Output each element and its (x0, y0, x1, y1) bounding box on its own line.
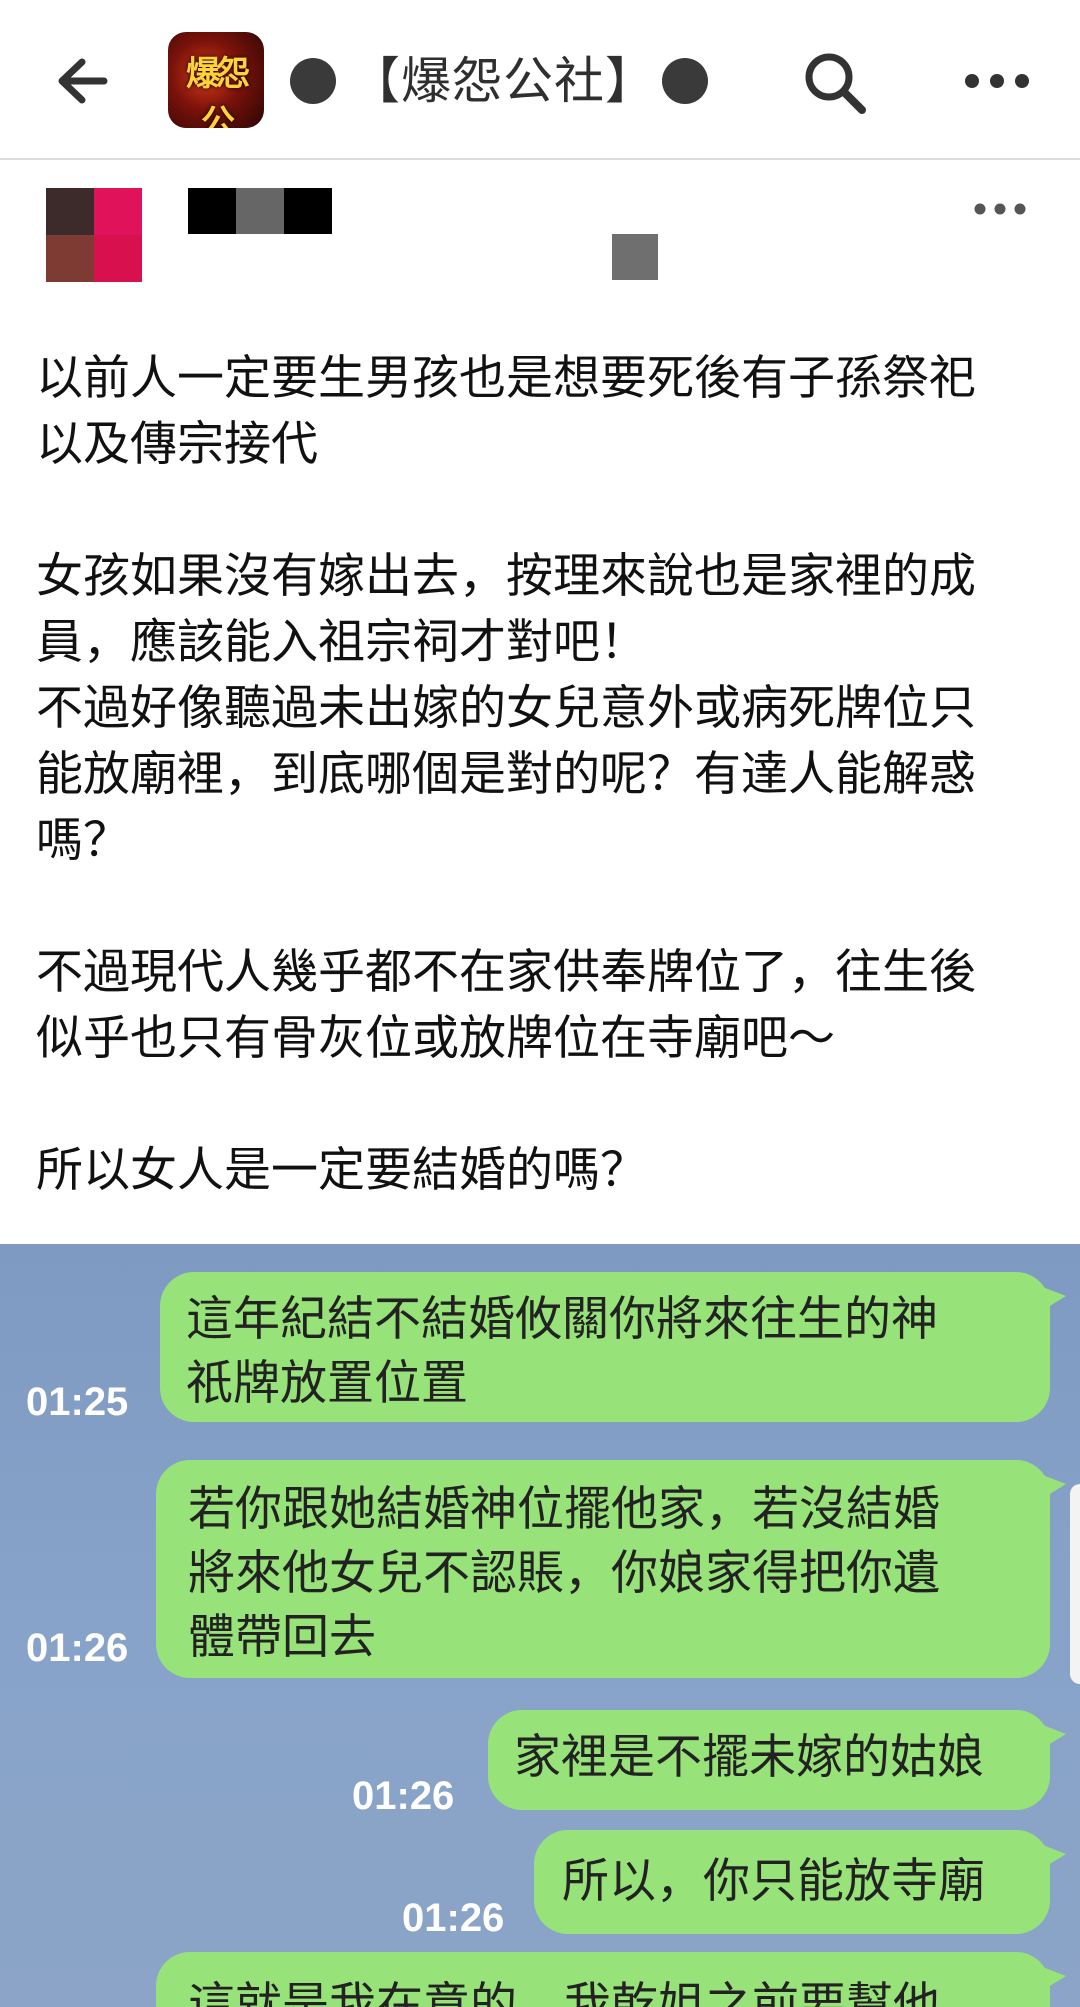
title-dot-left (290, 58, 336, 104)
message-time: 01:26 (26, 1626, 129, 1670)
post-line: 以前人一定要生男孩也是想要死後有子孫祭祀 (36, 351, 976, 406)
more-horizontal-icon (965, 74, 1029, 88)
title-dot-right (662, 58, 708, 104)
author-name-redacted[interactable] (188, 188, 332, 234)
post-body: 以前人一定要生男孩也是想要死後有子孫祭祀 以及傳宗接代 女孩如果沒有嫁出去，按理… (36, 346, 1066, 1204)
search-icon (805, 53, 866, 114)
more-options-button[interactable] (962, 56, 1032, 106)
page: 爆怨公 【爆怨公社】 以前人一定要生男孩也是想要死後有子孫祭祀 以及傳宗接代 女… (0, 0, 1080, 2007)
group-avatar-text: 爆怨公 (186, 54, 250, 128)
group-title[interactable]: 【爆怨公社】 (350, 46, 660, 116)
group-avatar[interactable]: 爆怨公 (168, 32, 264, 128)
message-time: 01:26 (352, 1774, 455, 1818)
chat-line: 這就是我在意的，我乾姐之前要幫他 (188, 1978, 940, 2007)
post-line: 似乎也只有骨灰位或放牌位在寺廟吧～ (36, 1011, 835, 1066)
post-line: 女孩如果沒有嫁出去，按理來說也是家裡的成 (36, 549, 976, 604)
chat-bubble: 這年紀結不結婚攸關你將來往生的神 祇牌放置位置 (160, 1272, 1066, 1422)
top-bar: 爆怨公 【爆怨公社】 (0, 0, 1080, 160)
chat-bubble: 這就是我在意的，我乾姐之前要幫他 (156, 1952, 1066, 2007)
chat-screenshot-image[interactable]: 01:25 這年紀結不結婚攸關你將來往生的神 祇牌放置位置 01:26 若你跟她… (0, 1244, 1080, 2007)
post-line: 以及傳宗接代 (36, 417, 318, 472)
chat-bubble: 家裡是不擺未嫁的姑娘 (488, 1710, 1066, 1810)
chat-bubble: 若你跟她結婚神位擺他家，若沒結婚 將來他女兒不認賬，你娘家得把你遺 體帶回去 (156, 1460, 1066, 1678)
chat-bubble: 所以，你只能放寺廟 (534, 1830, 1066, 1934)
post-time-redacted (612, 234, 658, 280)
post-line: 不過好像聽過未出嫁的女兒意外或病死牌位只 (36, 681, 976, 736)
post-more-button[interactable] (972, 194, 1028, 224)
message-time: 01:25 (26, 1380, 129, 1424)
post-line: 能放廟裡，到底哪個是對的呢？有達人能解惑 (36, 747, 976, 802)
chat-line: 家裡是不擺未嫁的姑娘 (514, 1730, 984, 1785)
more-horizontal-icon (974, 203, 1026, 215)
chat-line: 體帶回去 (188, 1610, 376, 1665)
post-line: 嗎？ (36, 813, 130, 868)
chat-line: 祇牌放置位置 (186, 1356, 468, 1411)
post-line: 員，應該能入祖宗祠才對吧！ (36, 615, 647, 670)
author-avatar[interactable] (46, 188, 142, 282)
chat-line: 這年紀結不結婚攸關你將來往生的神 (186, 1292, 938, 1347)
back-arrow-icon (58, 58, 108, 104)
back-button[interactable] (52, 50, 114, 112)
message-time: 01:26 (402, 1896, 505, 1940)
chat-line: 所以，你只能放寺廟 (562, 1854, 985, 1909)
search-button[interactable] (800, 48, 870, 118)
chat-scroll-edge (1070, 1484, 1080, 1684)
post-line: 所以女人是一定要結婚的嗎？ (36, 1143, 647, 1198)
chat-line: 若你跟她結婚神位擺他家，若沒結婚 (188, 1482, 940, 1537)
post-line: 不過現代人幾乎都不在家供奉牌位了，往生後 (36, 945, 976, 1000)
chat-line: 將來他女兒不認賬，你娘家得把你遺 (188, 1546, 940, 1601)
